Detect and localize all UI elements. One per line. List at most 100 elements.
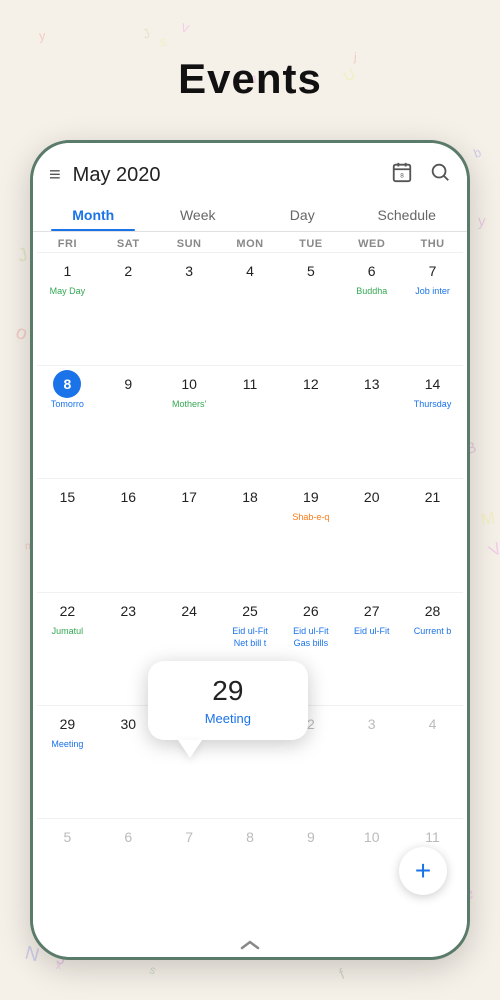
- calendar-icon[interactable]: 8: [391, 161, 413, 189]
- day-num-23: 23: [114, 597, 142, 625]
- day-num-next3: 3: [358, 710, 386, 738]
- day-num-17: 17: [175, 483, 203, 511]
- svg-text:8: 8: [400, 173, 404, 180]
- day-num-29: 29: [53, 710, 81, 738]
- day-num-27: 27: [358, 597, 386, 625]
- day-num-8-today: 8: [53, 370, 81, 398]
- swipe-handle[interactable]: [33, 931, 467, 957]
- day-next-6[interactable]: 6: [98, 819, 159, 931]
- day-num-16: 16: [114, 483, 142, 511]
- day-next-7[interactable]: 7: [159, 819, 220, 931]
- day-18[interactable]: 18: [220, 479, 281, 591]
- day-3[interactable]: 3: [159, 253, 220, 365]
- day-23[interactable]: 23 29 Meeting: [98, 593, 159, 705]
- dow-tue: TUE: [280, 238, 341, 250]
- day-7[interactable]: 7 Job inter: [402, 253, 463, 365]
- calendar-grid: 1 May Day 2 3 4 5: [33, 252, 467, 931]
- day-num-19: 19: [297, 483, 325, 511]
- day-num-25: 25: [236, 597, 264, 625]
- event-thursday: Thursday: [404, 399, 461, 411]
- day-11[interactable]: 11: [220, 366, 281, 478]
- day-2[interactable]: 2: [98, 253, 159, 365]
- day-num-1: 1: [53, 257, 81, 285]
- day-num-20: 20: [358, 483, 386, 511]
- event-shab: Shab-e-q: [282, 512, 339, 524]
- day-16[interactable]: 16: [98, 479, 159, 591]
- day-num-5: 5: [297, 257, 325, 285]
- day-next-8[interactable]: 8: [220, 819, 281, 931]
- popup-event: Meeting: [164, 711, 292, 726]
- day-17[interactable]: 17: [159, 479, 220, 591]
- phone-inner: ≡ May 2020 8: [33, 143, 467, 957]
- day-9[interactable]: 9: [98, 366, 159, 478]
- day-28[interactable]: 28 Current b: [402, 593, 463, 705]
- day-num-21: 21: [419, 483, 447, 511]
- day-13[interactable]: 13: [341, 366, 402, 478]
- day-num-30: 30: [114, 710, 142, 738]
- day-next-4[interactable]: 4: [402, 706, 463, 818]
- day-4[interactable]: 4: [220, 253, 281, 365]
- day-num-next5: 5: [53, 823, 81, 851]
- event-job-inter: Job inter: [404, 286, 461, 298]
- day-num-6: 6: [358, 257, 386, 285]
- day-next-3[interactable]: 3: [341, 706, 402, 818]
- event-jumatul: Jumatul: [39, 626, 96, 638]
- day-1[interactable]: 1 May Day: [37, 253, 98, 365]
- day-num-next6: 6: [114, 823, 142, 851]
- header-icons: 8: [391, 161, 451, 189]
- tab-week[interactable]: Week: [146, 197, 251, 231]
- fab-add-button[interactable]: +: [399, 847, 447, 895]
- day-8[interactable]: 8 Tomorro: [37, 366, 98, 478]
- calendar-week-4: 22 Jumatul 23 29 Meeting 24: [37, 592, 463, 705]
- day-15[interactable]: 15: [37, 479, 98, 591]
- menu-icon[interactable]: ≡: [49, 164, 61, 187]
- day-num-next10: 10: [358, 823, 386, 851]
- popup-arrow: [178, 740, 202, 758]
- day-27[interactable]: 27 Eid ul-Fit: [341, 593, 402, 705]
- day-num-10: 10: [175, 370, 203, 398]
- day-21[interactable]: 21: [402, 479, 463, 591]
- tab-bar: Month Week Day Schedule: [33, 197, 467, 232]
- dow-thu: THU: [402, 238, 463, 250]
- day-of-week-header: FRI SAT SUN MON TUE WED THU: [33, 232, 467, 252]
- calendar-week-3: 15 16 17 18 19 Shab-e-q: [37, 478, 463, 591]
- dow-fri: FRI: [37, 238, 98, 250]
- tab-month[interactable]: Month: [41, 197, 146, 231]
- day-19[interactable]: 19 Shab-e-q: [280, 479, 341, 591]
- day-29[interactable]: 29 Meeting: [37, 706, 98, 818]
- day-next-10[interactable]: 10: [341, 819, 402, 931]
- tab-day[interactable]: Day: [250, 197, 355, 231]
- day-num-22: 22: [53, 597, 81, 625]
- event-eid26b: Gas bills: [282, 638, 339, 650]
- calendar-week-1: 1 May Day 2 3 4 5: [37, 252, 463, 365]
- day-num-7: 7: [419, 257, 447, 285]
- calendar-header: ≡ May 2020 8: [33, 143, 467, 197]
- day-12[interactable]: 12: [280, 366, 341, 478]
- day-6[interactable]: 6 Buddha: [341, 253, 402, 365]
- calendar-week-2: 8 Tomorro 9 10 Mothers' 11 12: [37, 365, 463, 478]
- event-mothers: Mothers': [161, 399, 218, 411]
- month-year-title: May 2020: [73, 164, 391, 187]
- day-num-26: 26: [297, 597, 325, 625]
- day-20[interactable]: 20: [341, 479, 402, 591]
- day-num-14: 14: [419, 370, 447, 398]
- day-next-9[interactable]: 9: [280, 819, 341, 931]
- dow-sun: SUN: [159, 238, 220, 250]
- day-22[interactable]: 22 Jumatul: [37, 593, 98, 705]
- event-buddha: Buddha: [343, 286, 400, 298]
- event-tomorro: Tomorro: [39, 399, 96, 411]
- event-current: Current b: [404, 626, 461, 638]
- day-5[interactable]: 5: [280, 253, 341, 365]
- day-num-13: 13: [358, 370, 386, 398]
- day-14[interactable]: 14 Thursday: [402, 366, 463, 478]
- day-num-24: 24: [175, 597, 203, 625]
- event-meeting29: Meeting: [39, 739, 96, 751]
- day-num-3: 3: [175, 257, 203, 285]
- day-next-5[interactable]: 5: [37, 819, 98, 931]
- day-10[interactable]: 10 Mothers': [159, 366, 220, 478]
- tab-schedule[interactable]: Schedule: [355, 197, 460, 231]
- dow-wed: WED: [341, 238, 402, 250]
- day-num-next8: 8: [236, 823, 264, 851]
- search-icon[interactable]: [429, 161, 451, 189]
- day-num-9: 9: [114, 370, 142, 398]
